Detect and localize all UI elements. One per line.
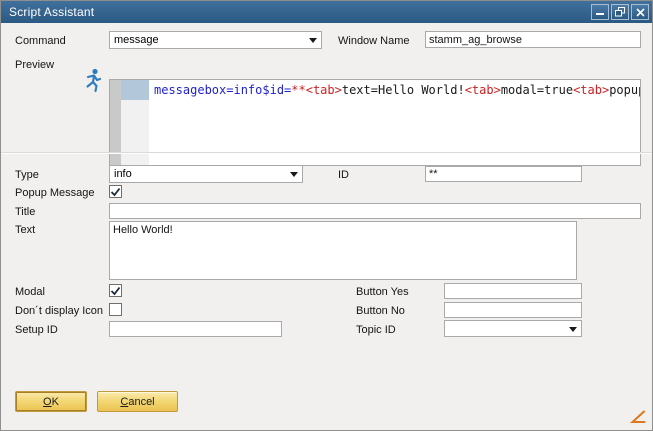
command-label: Command: [15, 35, 66, 47]
command-dropdown[interactable]: message: [109, 31, 322, 49]
type-dropdown[interactable]: info: [109, 165, 303, 183]
close-icon: [636, 8, 645, 17]
code-token: popup: [609, 83, 641, 97]
preview-line-selection: [121, 80, 149, 100]
text-label: Text: [15, 224, 35, 236]
section-divider: [1, 152, 652, 154]
button-yes-input[interactable]: [444, 283, 582, 299]
button-yes-label: Button Yes: [356, 286, 409, 298]
type-label: Type: [15, 169, 39, 181]
window-name-input[interactable]: [425, 31, 641, 48]
button-no-label: Button No: [356, 305, 405, 317]
topic-id-dropdown[interactable]: [444, 320, 582, 337]
check-icon: [110, 187, 121, 197]
titlebar[interactable]: Script Assistant: [1, 1, 652, 23]
title-input[interactable]: [109, 203, 641, 219]
chevron-down-icon: [569, 327, 577, 332]
code-token: **: [291, 83, 305, 97]
restore-icon: [615, 7, 625, 17]
preview-label: Preview: [15, 59, 54, 71]
popup-message-checkbox[interactable]: [109, 185, 122, 198]
type-selected-value: info: [114, 168, 132, 180]
preview-code-line: messagebox=info$id=**<tab>text=Hello Wor…: [154, 83, 641, 97]
dont-display-icon-checkbox[interactable]: [109, 303, 122, 316]
title-label: Title: [15, 206, 35, 218]
restore-button[interactable]: [611, 4, 629, 20]
cancel-button[interactable]: Cancel: [97, 391, 178, 412]
minimize-icon: [596, 8, 604, 16]
code-token: <tab>: [465, 83, 501, 97]
window-title: Script Assistant: [9, 5, 591, 19]
window-name-label: Window Name: [338, 35, 410, 47]
setup-id-label: Setup ID: [15, 324, 58, 336]
button-no-input[interactable]: [444, 302, 582, 318]
run-script-icon[interactable]: [81, 67, 105, 93]
modal-label: Modal: [15, 286, 45, 298]
close-button[interactable]: [631, 4, 649, 20]
command-selected-value: message: [114, 34, 159, 46]
modal-checkbox[interactable]: [109, 284, 122, 297]
ok-button[interactable]: OK: [15, 391, 87, 412]
chevron-down-icon: [290, 172, 298, 177]
script-assistant-window: Script Assistant Command message Window …: [0, 0, 653, 431]
setup-id-input[interactable]: [109, 321, 282, 337]
code-token: <tab>: [573, 83, 609, 97]
code-token: text=Hello World!: [342, 83, 465, 97]
chevron-down-icon: [309, 38, 317, 43]
window-controls: [591, 4, 649, 20]
topic-id-label: Topic ID: [356, 324, 396, 336]
code-token: messagebox=info$id=: [154, 83, 291, 97]
id-label: ID: [338, 169, 349, 181]
text-input[interactable]: Hello World!: [109, 221, 577, 280]
popup-message-label: Popup Message: [15, 187, 95, 199]
id-input[interactable]: [425, 166, 582, 182]
check-icon: [110, 286, 121, 296]
resize-grip-icon[interactable]: [629, 410, 646, 424]
minimize-button[interactable]: [591, 4, 609, 20]
code-token: <tab>: [306, 83, 342, 97]
dialog-body: Command message Window Name Preview mess…: [1, 23, 652, 430]
dont-display-icon-label: Don´t display Icon: [15, 305, 103, 317]
code-token: modal=true: [501, 83, 573, 97]
